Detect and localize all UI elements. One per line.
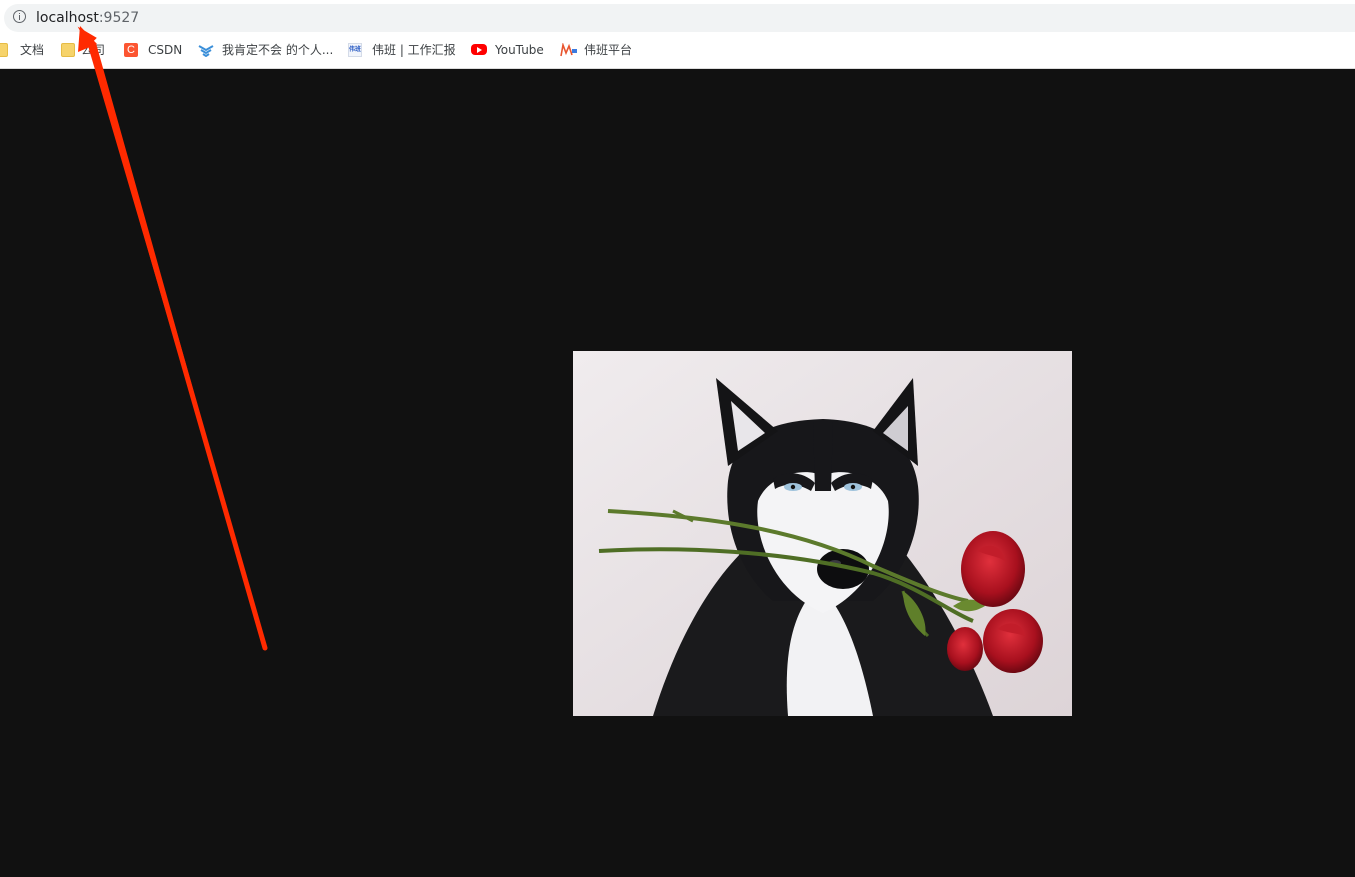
site-info-icon[interactable] bbox=[13, 10, 26, 23]
csdn-icon: C bbox=[124, 43, 138, 57]
bookmark-label: 文档 bbox=[20, 43, 45, 57]
address-bar[interactable]: localhost:9527 bbox=[4, 4, 1355, 32]
bookmark-label: 我肯定不会 的个人... bbox=[222, 43, 334, 57]
bookmarks-bar: 文档 公司 C CSDN 我肯定不会 的个人... 伟班 伟班 | 工作汇报 Y… bbox=[0, 36, 1355, 64]
url-port: :9527 bbox=[98, 10, 140, 26]
youtube-icon bbox=[471, 44, 487, 55]
weiban-platform-icon bbox=[560, 42, 577, 57]
bookmark-label: CSDN bbox=[148, 43, 183, 57]
url-text[interactable]: localhost:9527 bbox=[36, 9, 139, 27]
photo-drawing bbox=[573, 351, 1072, 716]
weiban-icon: 伟班 bbox=[348, 43, 362, 57]
url-host: localhost bbox=[36, 10, 99, 26]
bookmark-label: 伟班 | 工作汇报 bbox=[372, 43, 456, 57]
bookmark-label: YouTube bbox=[495, 43, 544, 57]
bookmark-label: 伟班平台 bbox=[584, 43, 633, 57]
folder-icon bbox=[0, 43, 8, 57]
browser-chrome: localhost:9527 文档 公司 C CSDN 我肯定不会 的个人... bbox=[0, 0, 1355, 69]
bookmark-site-icon bbox=[198, 43, 214, 58]
folder-icon bbox=[61, 43, 75, 57]
husky-with-roses-photo bbox=[573, 351, 1072, 716]
bookmark-label: 公司 bbox=[81, 43, 106, 57]
